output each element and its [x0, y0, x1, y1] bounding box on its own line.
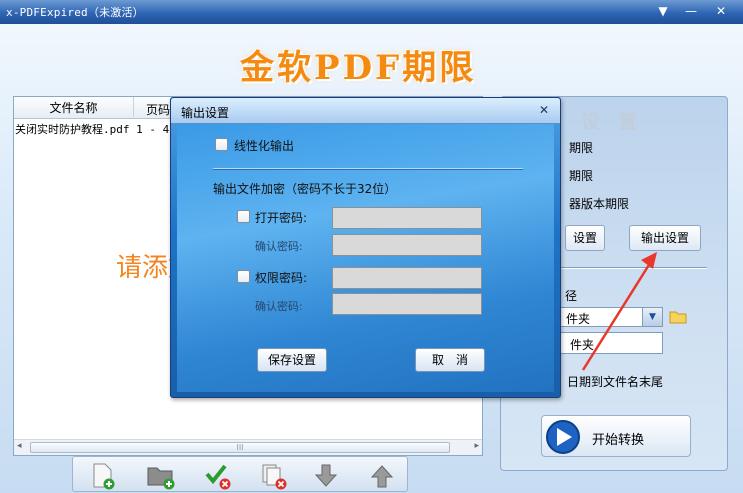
arrow-down-icon — [314, 464, 338, 487]
arrow-up-icon — [370, 465, 394, 488]
add-file-button[interactable] — [77, 459, 127, 491]
encrypt-label: 输出文件加密（密码不长于32位） — [213, 182, 397, 196]
chevron-down-icon[interactable]: ▼ — [642, 308, 662, 326]
add-file-icon — [93, 463, 115, 490]
check-remove-button[interactable] — [191, 459, 241, 491]
save-settings-button[interactable]: 保存设置 — [257, 348, 327, 372]
move-down-button[interactable] — [301, 459, 351, 491]
window-title: x-PDFExpired（未激活） — [6, 6, 144, 19]
linearize-label[interactable]: 线性化输出 — [234, 137, 294, 154]
settings-heading: 设置 — [581, 111, 656, 133]
output-settings-button[interactable]: 输出设置 — [629, 225, 701, 251]
column-header-pages[interactable]: 页码 — [146, 101, 170, 118]
dialog-close-button[interactable]: ✕ — [530, 101, 558, 120]
output-folder-select[interactable]: 件夹 ▼ — [553, 307, 663, 327]
permission-password-label[interactable]: 权限密码: — [255, 269, 307, 286]
start-convert-button[interactable]: 开始转换 — [541, 415, 691, 457]
clear-list-icon — [262, 464, 287, 490]
output-path-value: 件夹 — [570, 338, 595, 352]
dialog-title: 输出设置 — [181, 106, 230, 120]
cancel-button[interactable]: 取 消 — [415, 348, 485, 372]
append-date-label[interactable]: 日期到文件名末尾 — [567, 373, 663, 390]
output-path-field[interactable]: 件夹 — [553, 332, 663, 354]
permission-password-checkbox[interactable] — [237, 270, 250, 283]
title-bar: x-PDFExpired（未激活） ▼ — ✕ — [0, 0, 743, 24]
dialog-title-bar[interactable]: 输出设置 ✕ — [171, 98, 560, 124]
expiry-option-1[interactable]: 期限 — [569, 139, 593, 156]
permission-confirm-label: 确认密码: — [255, 300, 303, 313]
menu-dropdown-button[interactable]: ▼ — [650, 2, 676, 20]
expiry-option-2[interactable]: 期限 — [569, 167, 593, 184]
scroll-right-icon[interactable]: ▸ — [474, 441, 479, 451]
linearize-checkbox[interactable] — [215, 138, 228, 151]
settings-button[interactable]: 设置 — [565, 225, 605, 251]
open-password-input[interactable] — [332, 207, 482, 229]
output-path-label: 径 — [565, 289, 578, 303]
clear-list-button[interactable] — [247, 459, 297, 491]
check-remove-icon — [205, 464, 231, 490]
column-header-filename[interactable]: 文件名称 — [14, 97, 134, 117]
folder-icon[interactable] — [669, 309, 687, 324]
output-folder-value: 件夹 — [566, 312, 591, 326]
move-up-button[interactable] — [357, 459, 407, 491]
scroll-thumb[interactable]: III — [30, 442, 450, 453]
start-convert-label: 开始转换 — [592, 433, 645, 448]
close-window-button[interactable]: ✕ — [708, 2, 734, 20]
open-confirm-label: 确认密码: — [255, 240, 303, 253]
permission-confirm-input[interactable] — [332, 293, 482, 315]
bottom-toolbar — [72, 456, 408, 492]
output-settings-dialog: 输出设置 ✕ 线性化输出 输出文件加密（密码不长于32位） 打开密码: 确认密码… — [170, 97, 561, 398]
minimize-button[interactable]: — — [678, 2, 704, 20]
open-password-checkbox[interactable] — [237, 210, 250, 223]
dialog-body: 线性化输出 输出文件加密（密码不长于32位） 打开密码: 确认密码: 权限密码:… — [177, 124, 554, 392]
permission-password-input[interactable] — [332, 267, 482, 289]
add-folder-button[interactable] — [133, 459, 183, 491]
open-password-label[interactable]: 打开密码: — [255, 209, 307, 226]
dialog-divider — [213, 168, 523, 170]
horizontal-scrollbar[interactable]: ◂ III ▸ — [14, 439, 482, 455]
expiry-option-3[interactable]: 器版本期限 — [569, 195, 629, 212]
add-folder-icon — [147, 467, 175, 490]
play-icon — [546, 420, 580, 454]
file-row[interactable]: 关闭实时防护教程.pdf 1 - 4 — [15, 121, 169, 137]
app-logo-title: 金软PDF期限 — [240, 48, 477, 88]
scroll-left-icon[interactable]: ◂ — [17, 441, 22, 451]
open-confirm-input[interactable] — [332, 234, 482, 256]
